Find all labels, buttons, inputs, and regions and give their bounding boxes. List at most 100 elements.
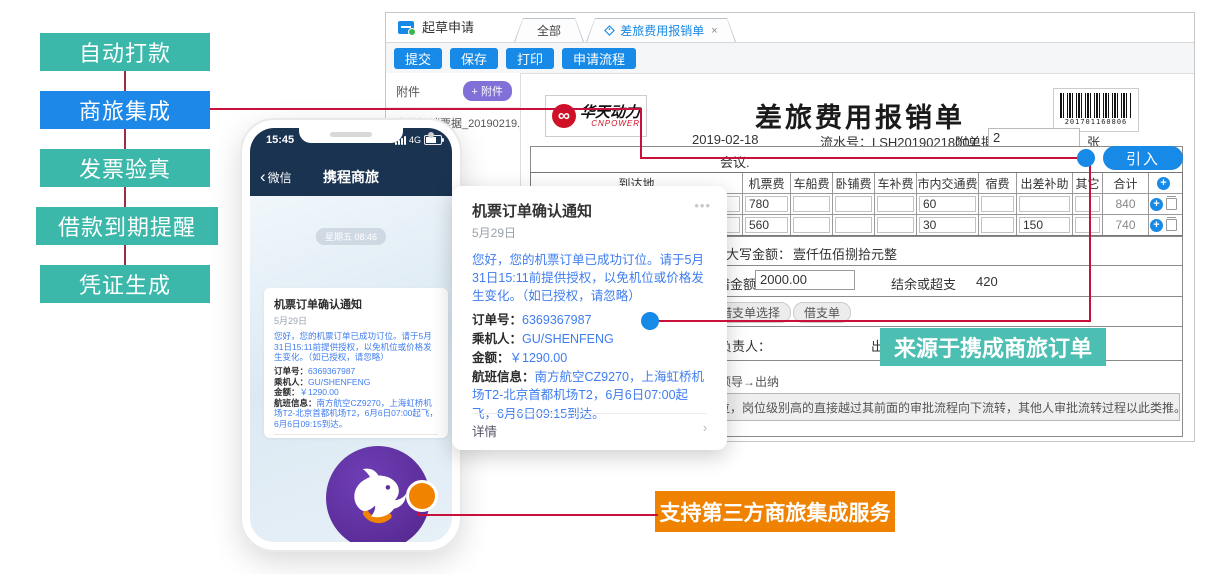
add-attachment-button[interactable]: + 附件 <box>463 81 512 101</box>
feature-connector <box>124 71 126 91</box>
submit-button[interactable]: 提交 <box>394 48 442 69</box>
connector-line <box>418 514 658 516</box>
col-boat: 车船费 <box>791 173 833 193</box>
cell-input[interactable] <box>877 217 914 233</box>
order-label: 订单号： <box>274 366 308 376</box>
form-date: 2019-02-18 <box>692 132 759 147</box>
cell-input[interactable] <box>1019 196 1070 212</box>
order-label: 订单号： <box>472 313 522 327</box>
amount-value: ￥1290.00 <box>300 387 339 397</box>
flow-button[interactable]: 申请流程 <box>562 48 636 69</box>
popup-title: 机票订单确认通知 <box>472 200 707 221</box>
feature-connector <box>124 129 126 149</box>
tab-expense-label: 差旅费用报销单 <box>620 22 704 39</box>
message-body: 您好，您的机票订单已成功订位。请于5月31日15:11前提供授权，以免机位或价格… <box>274 331 438 363</box>
tab-close-icon[interactable]: × <box>711 25 717 37</box>
passenger-value: GU/SHENFENG <box>522 332 614 346</box>
draft-app-icon <box>398 21 414 34</box>
back-button[interactable]: ‹微信 <box>260 169 292 186</box>
cell-input[interactable] <box>793 217 830 233</box>
dolphin-icon <box>340 460 416 536</box>
form-title: 差旅费用报销单 <box>700 96 1020 135</box>
cell-input[interactable] <box>1075 196 1100 212</box>
cell-input[interactable]: 780 <box>745 196 788 212</box>
connector-line <box>640 157 1078 159</box>
phone-navbar: ‹微信 携程商旅 <box>250 160 452 194</box>
message-detail-link[interactable]: 详情 <box>274 434 438 438</box>
logo-subtitle: CNPOWER <box>591 120 640 128</box>
toolbar: 提交 保存 打印 申请流程 <box>386 43 1194 74</box>
camera-icon <box>428 132 434 138</box>
popup-date: 5月29日 <box>472 224 707 241</box>
amount-value: ￥1290.00 <box>510 351 568 365</box>
cell-input[interactable] <box>835 217 872 233</box>
col-other: 其它 <box>1073 173 1103 193</box>
date-chip: 星期五 08:46 <box>316 228 386 245</box>
add-row-header[interactable]: + <box>1149 173 1178 193</box>
tab-expense-form[interactable]: 差旅费用报销单 × <box>586 18 736 42</box>
plus-icon[interactable]: + <box>1157 177 1170 190</box>
attachment-title: 附件 <box>396 83 420 100</box>
barcode-bars <box>1060 93 1132 118</box>
cell-input[interactable]: 60 <box>919 196 976 212</box>
popup-detail-link[interactable]: 详情 › <box>472 413 707 440</box>
cell-input[interactable]: 30 <box>919 217 976 233</box>
add-row-icon[interactable]: + <box>1150 219 1163 232</box>
cell-input[interactable] <box>877 196 914 212</box>
delete-row-icon[interactable] <box>1166 219 1177 231</box>
print-button[interactable]: 打印 <box>506 48 554 69</box>
row-total: 740 <box>1115 218 1135 232</box>
third-party-badge: 支持第三方商旅集成服务 <box>655 491 895 532</box>
amount-label: 金额： <box>274 387 300 397</box>
page-canvas: 自动打款 商旅集成 发票验真 借款到期提醒 凭证生成 起草申请 全部 差旅费用报… <box>0 0 1215 574</box>
cell-input[interactable]: 150 <box>1019 217 1070 233</box>
chevron-left-icon: ‹ <box>260 171 266 183</box>
feature-connector <box>124 245 126 265</box>
tab-all-label: 全部 <box>537 22 561 39</box>
more-menu-icon[interactable]: ••• <box>694 198 711 213</box>
cell-input[interactable]: 560 <box>745 217 788 233</box>
col-city-transport: 市内交通费 <box>917 173 979 193</box>
save-button[interactable]: 保存 <box>450 48 498 69</box>
col-sleeper: 卧铺费 <box>833 173 875 193</box>
cell-input[interactable] <box>1075 217 1100 233</box>
feature-travel-integration: 商旅集成 <box>40 91 210 129</box>
connector-dot <box>1077 149 1095 167</box>
delete-row-icon[interactable] <box>1166 198 1177 210</box>
notification-popup: 机票订单确认通知 ••• 5月29日 您好，您的机票订单已成功订位。请于5月31… <box>452 186 727 450</box>
amount-label: 金额： <box>472 351 510 365</box>
amount-words-label: 大写金额： <box>726 244 791 263</box>
col-lodging: 宿费 <box>979 173 1017 193</box>
tab-all[interactable]: 全部 <box>514 18 584 42</box>
cell-input[interactable] <box>793 196 830 212</box>
col-travel-subsidy: 出差补助 <box>1017 173 1073 193</box>
flight-label: 航班信息： <box>472 370 535 384</box>
barcode-number: 201701160806 <box>1065 118 1128 126</box>
back-label: 微信 <box>268 169 292 186</box>
col-total: 合计 <box>1103 173 1149 193</box>
row-total: 840 <box>1115 197 1135 211</box>
chevron-right-icon: › <box>703 421 707 440</box>
cell-input[interactable] <box>835 196 872 212</box>
passenger-label: 乘机人： <box>274 377 308 387</box>
col-car-allowance: 车补费 <box>875 173 917 193</box>
balance-label: 结余或超支 <box>891 274 956 293</box>
app-title: 起草申请 <box>422 13 474 42</box>
phone-message-card[interactable]: 机票订单确认通知 5月29日 您好，您的机票订单已成功订位。请于5月31日15:… <box>264 288 448 438</box>
borrow-input[interactable]: 2000.00 <box>755 270 855 290</box>
import-button[interactable]: 引入 <box>1103 146 1183 170</box>
barcode: 201701160806 <box>1053 88 1139 132</box>
col-airfare: 机票费 <box>743 173 791 193</box>
company-logo: ∞ 华天动力 CNPOWER <box>545 95 647 137</box>
feature-invoice-verify: 发票验真 <box>40 149 210 187</box>
add-row-icon[interactable]: + <box>1150 198 1163 211</box>
connector-line <box>210 108 640 110</box>
detail-label: 详情 <box>472 421 497 440</box>
passenger-label: 乘机人： <box>472 332 522 346</box>
orange-dot <box>406 480 438 512</box>
cell-input[interactable] <box>981 196 1014 212</box>
order-value: 6369367987 <box>522 313 592 327</box>
feature-connector <box>124 187 126 207</box>
feature-voucher-gen: 凭证生成 <box>40 265 210 303</box>
cell-input[interactable] <box>981 217 1014 233</box>
